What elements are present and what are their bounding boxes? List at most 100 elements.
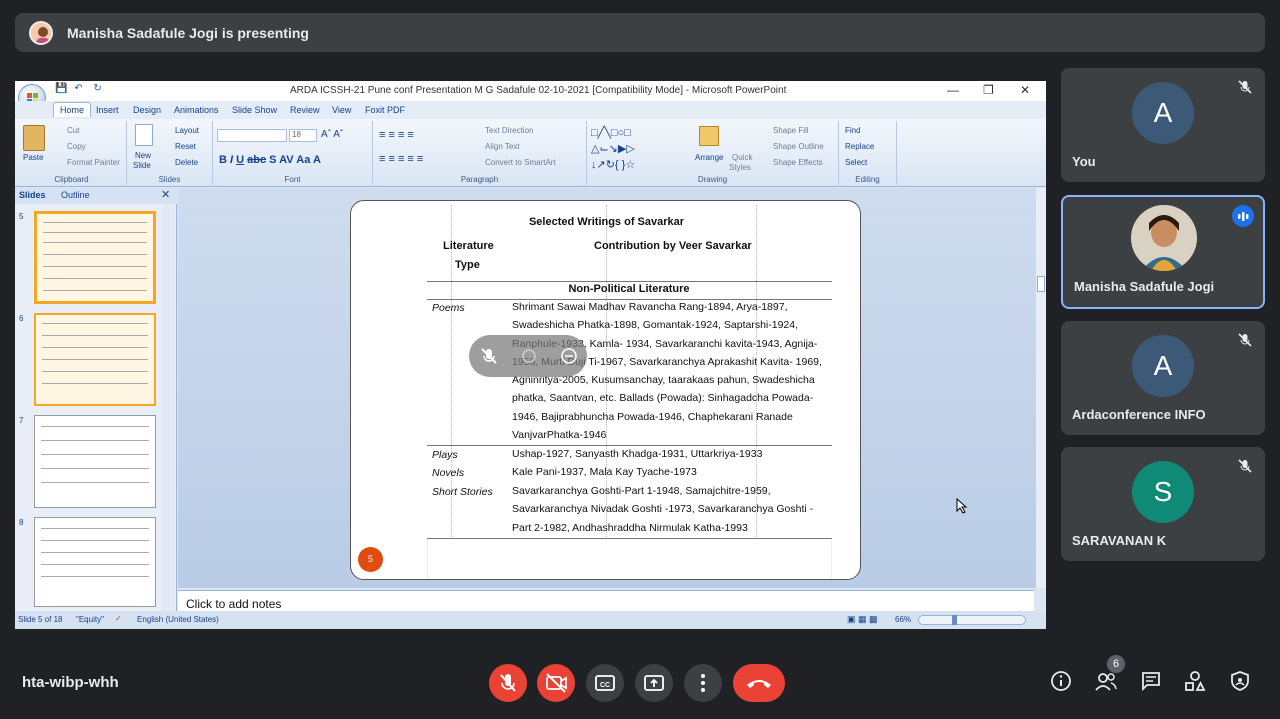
meeting-control-bar: hta-wibp-whh CC 6 [0,640,1280,719]
new-slide-button[interactable]: New [135,151,151,160]
slides-pane-scrollbar[interactable] [163,204,175,611]
tab-slide-show[interactable]: Slide Show [232,105,277,115]
redo-icon[interactable]: ↻ [93,83,101,94]
mic-off-icon[interactable] [479,346,499,366]
col1-header-b: Type [455,259,480,271]
table-continuation [427,539,832,579]
row-type-novels: Novels [432,467,465,479]
mic-off-icon [1238,459,1252,473]
shape-effects-button[interactable]: Shape Effects [773,158,823,167]
activities-icon[interactable] [1184,670,1206,692]
leave-call-button[interactable] [733,664,785,702]
host-controls-icon[interactable] [1229,670,1251,692]
tab-view[interactable]: View [332,105,351,115]
scroll-thumb[interactable] [1037,276,1045,292]
pin-icon[interactable] [519,346,539,366]
replace-button[interactable]: Replace [845,142,874,151]
tab-animations[interactable]: Animations [174,105,219,115]
shape-fill-button[interactable]: Shape Fill [773,126,809,135]
slide-number-badge: 5 [358,547,383,572]
undo-icon[interactable]: ↶ [74,83,82,94]
font-label: Font [284,175,301,184]
participant-tile-you[interactable]: A You [1061,68,1265,182]
editing-label: Editing [855,175,880,184]
shapes-gallery[interactable]: □╱╲□○□ [591,126,631,139]
quick-styles-button-2[interactable]: Styles [729,163,751,172]
chat-icon[interactable] [1140,670,1162,692]
save-icon[interactable]: 💾 [55,83,67,94]
mic-toggle-button[interactable] [489,664,527,702]
close-pane-icon[interactable]: ✕ [161,188,170,201]
minimize-icon[interactable]: — [947,83,959,97]
participant-tile-manisha[interactable]: Manisha Sadafule Jogi [1061,195,1265,309]
restore-icon[interactable]: ❐ [983,83,994,97]
editing-group: Find Replace Select Editing [839,121,897,185]
list-buttons[interactable]: ≡ ≡ ≡ ≡ [379,129,414,141]
reset-button[interactable]: Reset [175,142,196,151]
new-slide-icon[interactable] [135,124,153,146]
present-now-button[interactable] [635,664,673,702]
presenting-text: Manisha Sadafule Jogi is presenting [67,24,309,41]
arrange-button[interactable]: Arrange [695,153,723,162]
find-button[interactable]: Find [845,126,861,135]
delete-button[interactable]: Delete [175,158,198,167]
tab-home[interactable]: Home [53,102,92,117]
info-icon[interactable] [1050,670,1072,692]
font-size-input[interactable]: 18 [289,129,317,142]
camera-toggle-button[interactable] [537,664,575,702]
people-button[interactable] [1094,670,1118,692]
clipboard-label: Clipboard [54,175,89,184]
notes-area[interactable]: Click to add notes [178,590,1034,611]
captions-button[interactable]: CC [586,664,624,702]
row-type-plays: Plays [432,449,458,461]
people-count-badge: 6 [1107,655,1125,673]
tab-insert[interactable]: Insert [96,105,119,115]
avatar [1131,205,1197,271]
paste-icon[interactable] [23,125,45,151]
text-direction-button[interactable]: Text Direction [485,126,533,135]
slide-thumbnail-8[interactable] [34,517,156,607]
col1-header-a: Literature [443,240,494,252]
copy-button[interactable]: Copy [67,142,86,151]
participant-tile-ardaconference[interactable]: A Ardaconference INFO [1061,321,1265,435]
spellcheck-icon[interactable]: ✓ [115,614,122,623]
shape-outline-button[interactable]: Shape Outline [773,142,824,151]
status-language: English (United States) [137,615,219,624]
tab-slides[interactable]: Slides [19,190,46,200]
font-style-buttons[interactable]: B I U abc S AV Aa A [219,154,321,166]
quick-styles-button[interactable]: Quick [732,153,752,162]
quick-access-toolbar[interactable]: 💾 ↶ ↻ [53,83,102,94]
align-text-button[interactable]: Align Text [485,142,520,151]
zoom-thumb[interactable] [952,615,957,625]
minimize-presentation-icon[interactable] [559,346,579,366]
current-slide[interactable]: Selected Writings of Savarkar Literature… [350,200,861,580]
view-buttons[interactable]: ▣ ▦ ▩ [847,614,878,625]
tab-review[interactable]: Review [290,105,320,115]
shapes-gallery-3[interactable]: ↓↗↻{ }☆ [591,158,635,171]
shapes-gallery-2[interactable]: △⌙↘▶▷ [591,142,635,155]
paste-button[interactable]: Paste [23,153,43,162]
zoom-slider[interactable] [918,615,1026,625]
close-icon[interactable]: ✕ [1020,83,1030,97]
tab-foxit-pdf[interactable]: Foxit PDF [365,105,405,115]
select-button[interactable]: Select [845,158,867,167]
grow-font-icon[interactable]: Aˆ Aˇ [321,129,343,140]
font-name-input[interactable] [217,129,287,142]
arrange-icon[interactable] [699,126,719,146]
smartart-button[interactable]: Convert to SmartArt [485,158,556,167]
new-slide-button-2[interactable]: Slide [133,161,151,170]
format-painter-button[interactable]: Format Painter [67,158,120,167]
cut-button[interactable]: Cut [67,126,79,135]
align-buttons[interactable]: ≡ ≡ ≡ ≡ ≡ [379,153,423,165]
paragraph-group: ≡ ≡ ≡ ≡ ≡ ≡ ≡ ≡ ≡ Text Direction Align T… [373,121,587,185]
slide-scrollbar[interactable] [1036,188,1046,588]
tab-design[interactable]: Design [133,105,161,115]
layout-button[interactable]: Layout [175,126,199,135]
tab-outline[interactable]: Outline [61,190,90,200]
participant-tile-saravanan[interactable]: S SARAVANAN K [1061,447,1265,561]
slide-thumbnail-6[interactable] [34,313,156,406]
row-type-short-stories: Short Stories [432,486,493,498]
slide-thumbnail-7[interactable] [34,415,156,508]
slide-thumbnail-5[interactable] [34,211,156,304]
more-options-button[interactable] [684,664,722,702]
